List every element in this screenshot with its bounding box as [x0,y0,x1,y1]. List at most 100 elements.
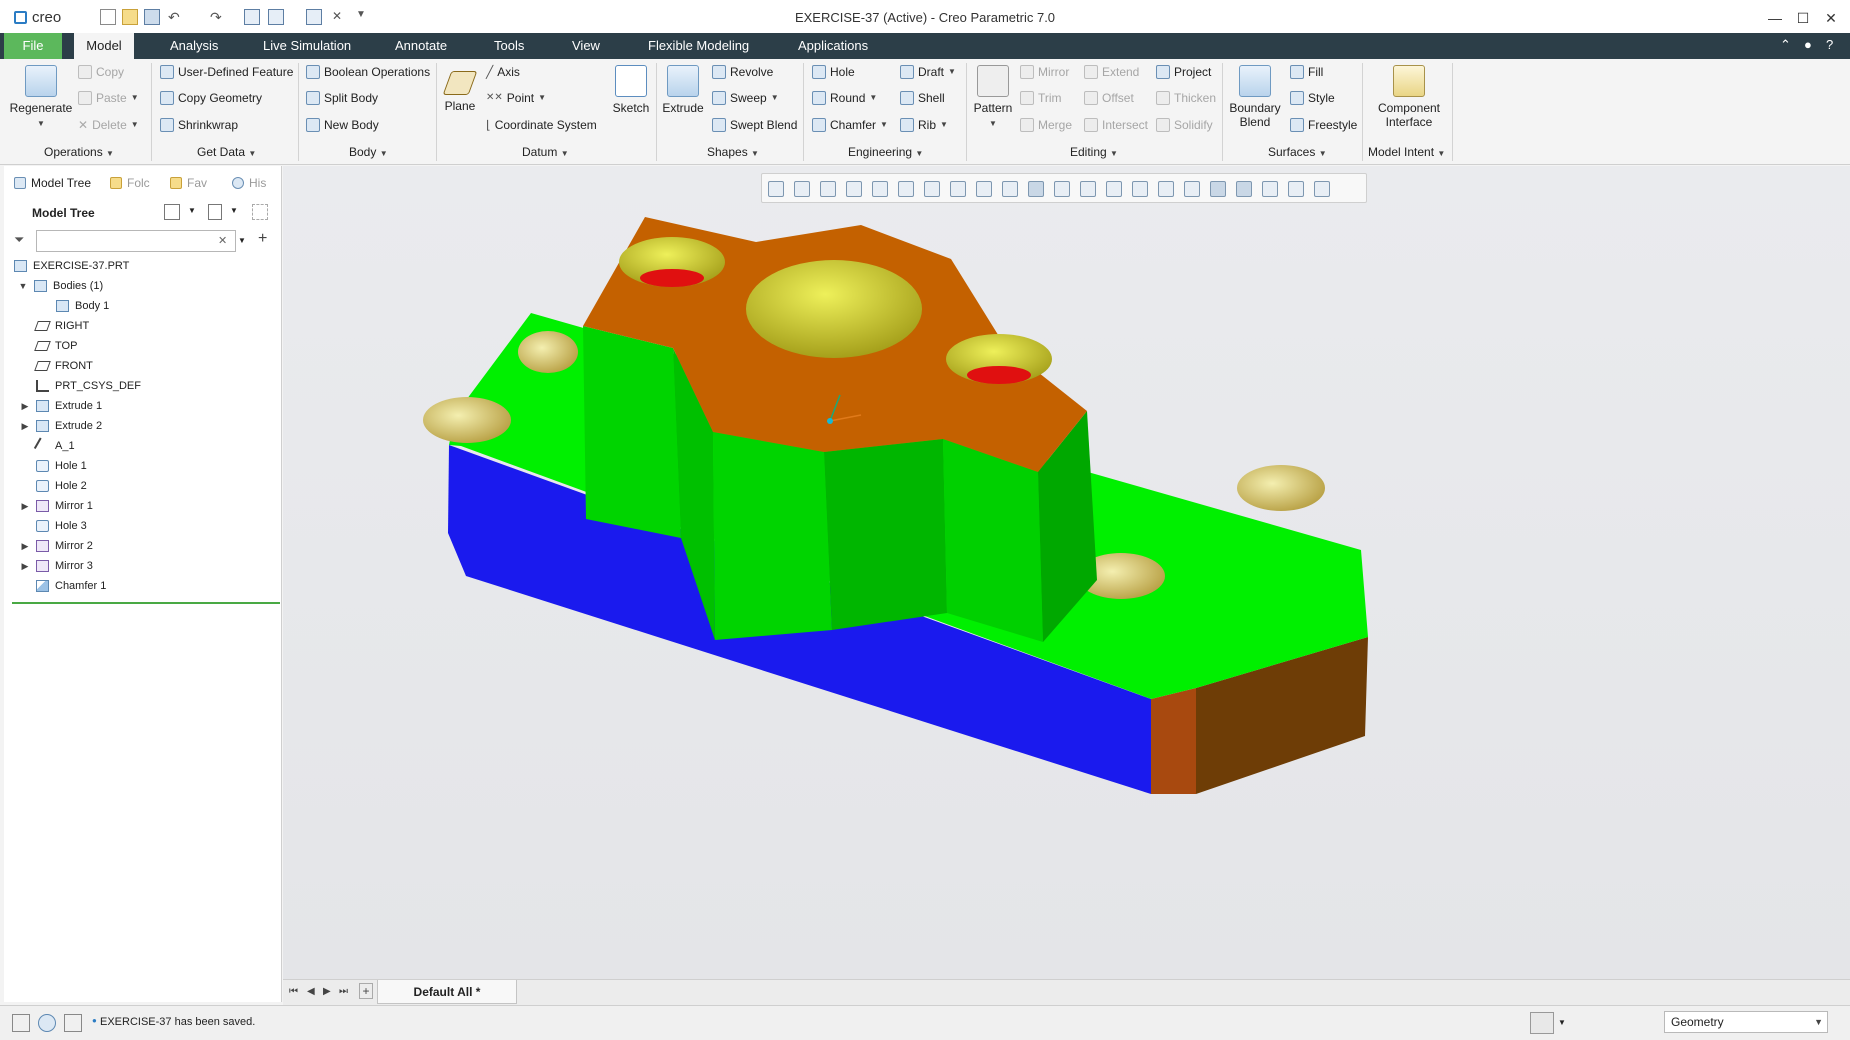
expand-arrow-icon[interactable]: ▶ [20,416,30,436]
part-model-3d[interactable] [283,166,1850,980]
tree-settings-icon[interactable] [164,204,180,220]
insert-here-indicator[interactable] [12,602,280,604]
axis-button[interactable]: ╱ Axis [486,61,520,83]
hole-button[interactable]: Hole [812,61,855,83]
sheet-tab-default-all[interactable]: Default All * [377,980,517,1004]
project-button[interactable]: Project [1156,61,1211,83]
base-hole-back-left[interactable] [518,331,578,373]
tree-item-extrude-1[interactable]: ▶ Extrude 1 [20,396,102,416]
round-button[interactable]: Round ▼ [812,87,877,109]
last-sheet-icon[interactable]: ⏭ [339,986,348,997]
show-list-icon[interactable] [208,204,222,220]
next-sheet-icon[interactable]: ▶ [323,986,331,997]
panel-tab-history[interactable]: His [226,170,282,196]
copy-button[interactable]: Copy [78,61,124,83]
user-defined-feature-button[interactable]: User-Defined Feature [160,61,293,83]
sketch-button[interactable]: Sketch [610,65,652,115]
shell-button[interactable]: Shell [900,87,945,109]
tree-item-hole-2[interactable]: Hole 2 [36,476,87,496]
copy-geometry-button[interactable]: Copy Geometry [160,87,262,109]
filter-funnel-icon[interactable]: ⏷ [14,232,24,248]
swept-blend-button[interactable]: Swept Blend [712,114,797,136]
boss-side-face-1[interactable] [583,326,681,538]
style-button[interactable]: Style [1290,87,1335,109]
regenerate-button[interactable]: Regenerate ▼ [6,65,76,131]
prev-sheet-icon[interactable]: ◀ [307,986,315,997]
boss-side-face-5[interactable] [943,439,1043,642]
group-body[interactable]: Body ▼ [349,145,388,159]
boss-side-face-3[interactable] [713,432,832,640]
tree-settings-dropdown-icon[interactable]: ▼ [188,206,196,215]
tree-item-prt-csys-def[interactable]: PRT_CSYS_DEF [36,376,141,396]
extend-button[interactable]: Extend [1084,61,1139,83]
toggle-browser-icon[interactable] [38,1014,56,1032]
draft-button[interactable]: Draft ▼ [900,61,956,83]
tab-live-simulation[interactable]: Live Simulation [253,33,361,59]
group-shapes[interactable]: Shapes ▼ [707,145,759,159]
tree-item-mirror-3[interactable]: ▶ Mirror 3 [20,556,93,576]
tab-flexible-modeling[interactable]: Flexible Modeling [638,33,759,59]
tree-item-exercise-37-prt[interactable]: EXERCISE-37.PRT [14,256,129,276]
freestyle-button[interactable]: Freestyle [1290,114,1357,136]
find-dropdown-icon[interactable]: ▼ [1558,1018,1566,1027]
boolean-operations-button[interactable]: Boolean Operations [306,61,430,83]
panel-tab-folder[interactable]: Folc [104,170,160,196]
expand-arrow-icon[interactable]: ▶ [20,496,30,516]
find-binoculars-icon[interactable] [1530,1012,1554,1034]
close-button[interactable]: ✕ [1820,7,1842,29]
boss-counterbore-right-bottom[interactable] [967,366,1031,384]
tab-file[interactable]: File [4,33,62,59]
tree-item-mirror-1[interactable]: ▶ Mirror 1 [20,496,93,516]
minimize-button[interactable]: — [1764,7,1786,29]
sweep-button[interactable]: Sweep ▼ [712,87,779,109]
base-hole-front-left[interactable] [423,397,511,443]
expand-arrow-icon[interactable]: ▶ [20,396,30,416]
revolve-button[interactable]: Revolve [712,61,773,83]
component-interface-button[interactable]: Component Interface [1370,65,1448,129]
boss-center-hole[interactable] [746,260,922,358]
collapse-ribbon-icon[interactable]: ⌃ [1780,37,1791,53]
full-screen-icon[interactable] [64,1014,82,1032]
clear-filter-icon[interactable]: ✕ [218,234,227,247]
tree-search-input[interactable] [36,230,236,252]
tree-item-body-1[interactable]: Body 1 [56,296,109,316]
extrude-button[interactable]: Extrude [660,65,706,115]
group-operations[interactable]: Operations ▼ [44,145,114,159]
add-sheet-icon[interactable]: + [359,983,373,999]
graphics-viewport[interactable] [283,166,1850,980]
tree-item-top[interactable]: TOP [34,336,77,356]
delete-button[interactable]: ✕ Delete ▼ [78,114,139,136]
boundary-blend-button[interactable]: Boundary Blend [1226,65,1284,129]
mirror-button[interactable]: Mirror [1020,61,1069,83]
boss-counterbore-left-bottom[interactable] [640,269,704,287]
tab-tools[interactable]: Tools [484,33,534,59]
show-dropdown-icon[interactable]: ▼ [230,206,238,215]
columns-icon[interactable] [252,204,268,220]
tree-item-hole-3[interactable]: Hole 3 [36,516,87,536]
pattern-button[interactable]: Pattern ▼ [970,65,1016,131]
trim-button[interactable]: Trim [1020,87,1062,109]
fill-button[interactable]: Fill [1290,61,1323,83]
tree-item-extrude-2[interactable]: ▶ Extrude 2 [20,416,102,436]
tab-analysis[interactable]: Analysis [160,33,228,59]
solidify-button[interactable]: Solidify [1156,114,1213,136]
tree-item-bodies[interactable]: ▼ Bodies (1) [18,276,103,296]
help-icon[interactable]: ? [1826,37,1833,52]
tab-view[interactable]: View [562,33,610,59]
add-filter-icon[interactable]: + [258,230,267,248]
tree-item-front[interactable]: FRONT [34,356,93,376]
group-datum[interactable]: Datum ▼ [522,145,569,159]
coordinate-system-button[interactable]: ⌊ Coordinate System [486,114,597,136]
tree-item-chamfer-1[interactable]: Chamfer 1 [36,576,106,596]
new-body-button[interactable]: New Body [306,114,379,136]
tab-annotate[interactable]: Annotate [385,33,457,59]
group-surfaces[interactable]: Surfaces ▼ [1268,145,1327,159]
group-editing[interactable]: Editing ▼ [1070,145,1118,159]
tree-item-right[interactable]: RIGHT [34,316,89,336]
base-hole-back-right[interactable] [1237,465,1325,511]
tab-applications[interactable]: Applications [788,33,878,59]
group-model-intent[interactable]: Model Intent ▼ [1368,145,1445,159]
selection-filter-select[interactable]: Geometry ▼ [1664,1011,1828,1033]
expand-arrow-icon[interactable]: ▶ [20,556,30,576]
merge-button[interactable]: Merge [1020,114,1072,136]
